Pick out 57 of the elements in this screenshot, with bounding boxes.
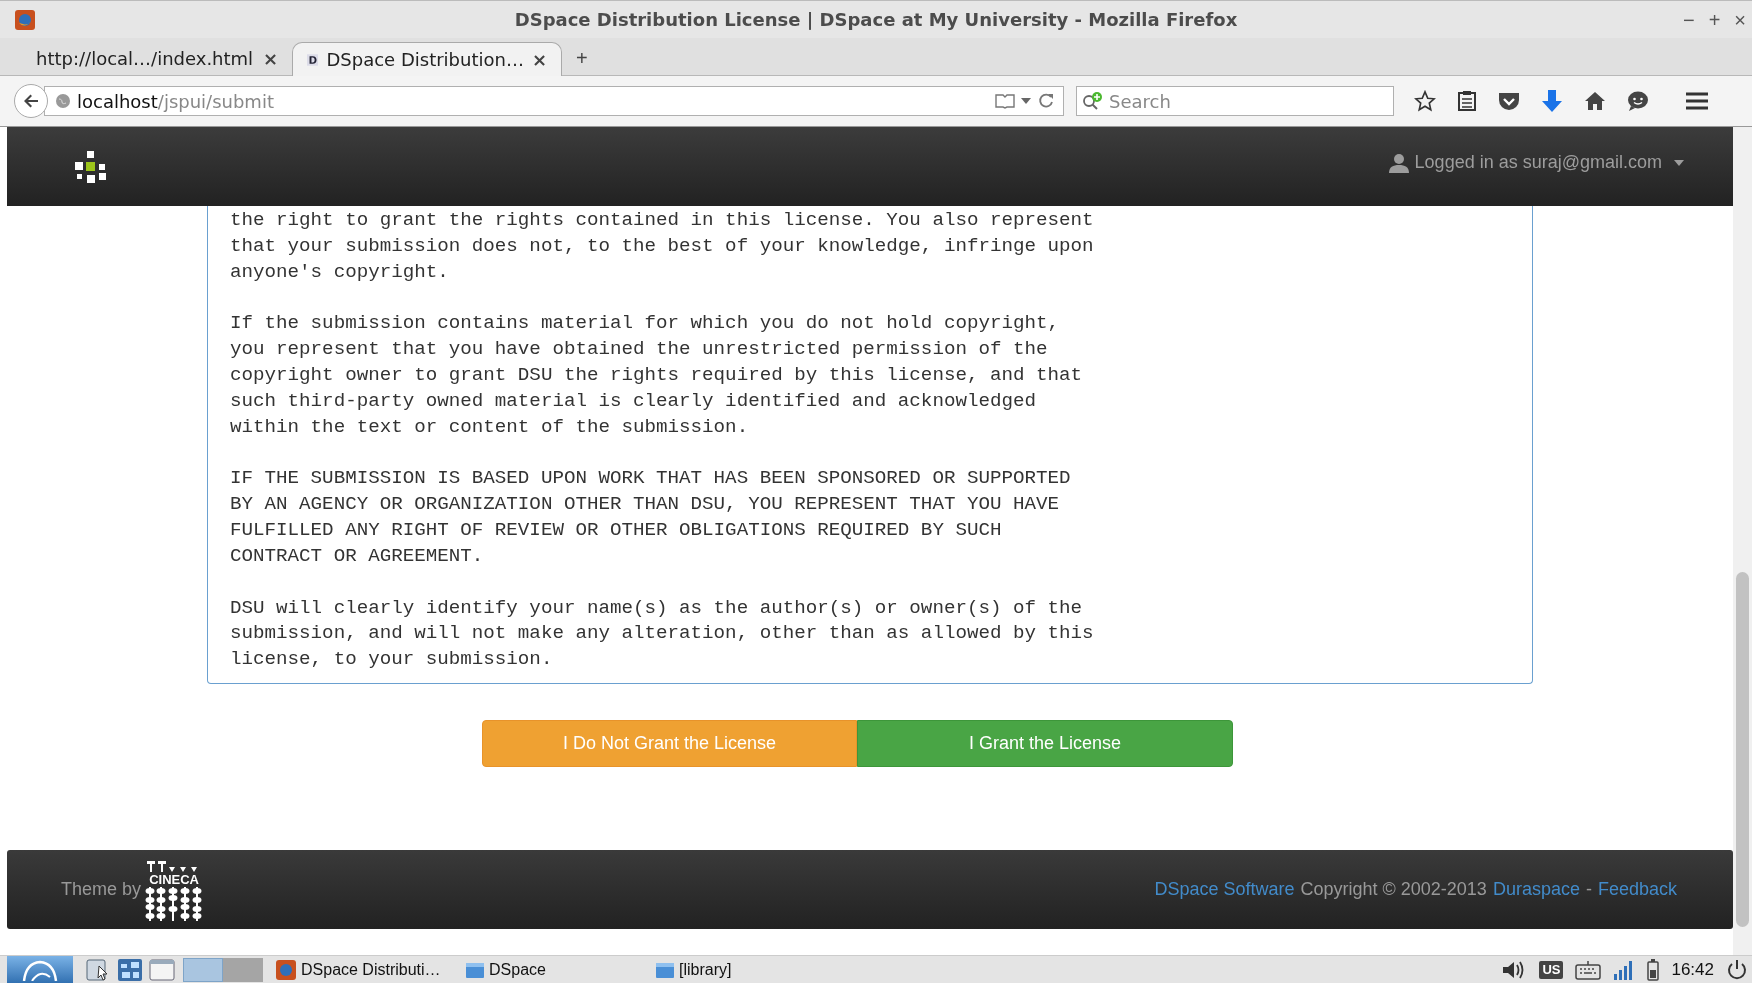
dspace-logo[interactable] [73,148,109,185]
globe-icon [55,93,71,109]
footer-link[interactable]: Duraspace [1492,876,1580,903]
address-bar[interactable]: localhost/jspui/submit [44,86,1064,116]
back-button[interactable] [14,84,48,118]
start-button[interactable] [7,955,73,983]
keyboard-layout-indicator[interactable]: US [1539,960,1564,979]
footer-link[interactable]: DSpace Software [1154,876,1295,903]
browser-tab[interactable]: http://local…/index.html × [22,41,292,75]
window-title: DSpace Distribution License | DSpace at My University - Mozilla Firefox [514,8,1238,32]
clock-text[interactable]: 16:42 [1671,956,1714,983]
maximize-button[interactable]: + [1708,9,1721,30]
network-icon[interactable] [117,957,143,982]
bookmark-star-icon[interactable] [1414,90,1436,112]
chat-bubble-icon[interactable] [1627,90,1649,112]
license-paragraph: the right to grant the rights contained in this license. You also represent that your submission does not, to the best of your knowledge, infringe upon anyone's copyright. [230,208,1095,285]
new-tab-button[interactable]: + [562,41,602,75]
dropdown-caret-icon[interactable] [1021,97,1031,105]
user-icon [1388,152,1409,173]
footer-text: - [1585,878,1592,901]
menu-icon[interactable] [1685,91,1709,111]
license-paragraph: DSU will clearly identify your name(s) as the author(s) or owner(s) of the submission, and will not make any alteration, other than as allowed by this license, to your submission. [230,595,1095,673]
search-field[interactable]: Search [1076,86,1394,116]
firefox-icon [14,8,36,31]
taskbar-window-button[interactable]: DSpace [465,955,655,983]
start-arc-icon [20,958,60,981]
caret-icon [1674,159,1684,166]
power-icon[interactable] [1726,958,1748,981]
search-icon [1082,91,1104,111]
user-menu[interactable]: Logged in as suraj@gmail.com [1388,149,1684,176]
minimize-button[interactable]: − [1682,9,1695,30]
browser-tab[interactable]: DSpace Distribution… × [292,42,562,76]
tab-close-button[interactable]: × [262,44,278,72]
keyboard-icon[interactable] [1575,959,1602,980]
back-arrow-icon [22,92,40,110]
scrollbar-thumb[interactable] [1736,572,1749,927]
pocket-icon[interactable] [1498,91,1520,111]
license-paragraph: If the submission contains material for which you do not hold copyright, you represent that you have obtained the unrestricted permission of the copyright owner to grant DSU the rights required by this license, and that such third-party owned material is clearly identified and acknowledged within the text or content of the submission. [230,311,1084,440]
cineca-logo[interactable]: CINECA [145,858,204,921]
abacus-icon [145,886,204,921]
footer-text: Copyright © 2002-2013 [1300,878,1487,901]
reload-icon[interactable] [1037,92,1055,110]
license-paragraph: IF THE SUBMISSION IS BASED UPON WORK THAT HAS BEEN SPONSORED OR SUPPORTED BY AN AGENCY OR ORGANIZATION OTHER THAN DSU, YOU REPRESENT THAT YOU HAVE FULFILLED ANY RIGHT OF REVIEW OR OTHER OBLIGATIONS REQUIRED BY SUCH CONTRACT OR AGREEMENT. [230,466,1072,569]
firefox-icon [275,958,297,981]
download-arrow-icon[interactable] [1541,89,1563,113]
home-icon[interactable] [1584,90,1606,112]
taskbar-window-button[interactable]: DSpace Distributi… [275,955,465,983]
url-text: localhost/jspui/submit [77,89,274,114]
reader-view-icon[interactable] [995,93,1015,109]
clipboard-list-icon[interactable] [1457,90,1477,112]
close-button[interactable]: × [1734,9,1746,30]
theme-by-text: Theme by [61,878,142,901]
taskbar-window-button[interactable]: [library] [655,955,845,983]
battery-icon[interactable] [1647,958,1660,981]
tab-close-button[interactable]: × [531,46,547,73]
scrollbar[interactable] [1733,127,1752,955]
footer-link[interactable]: Feedback [1597,876,1677,903]
